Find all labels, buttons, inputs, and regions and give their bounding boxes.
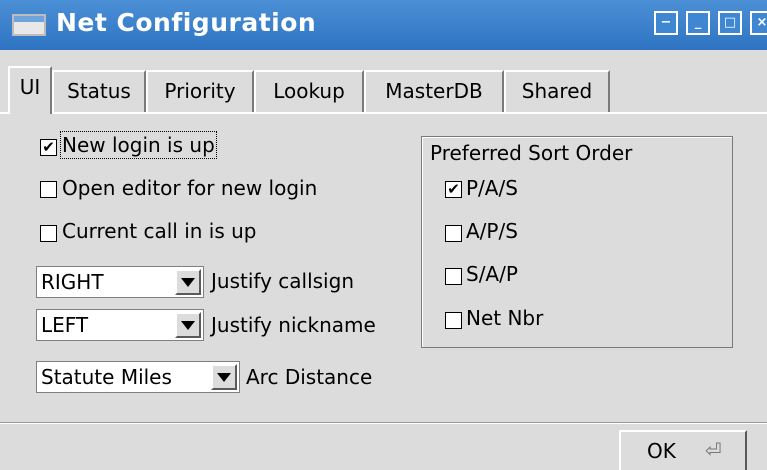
sort-aps-label[interactable]: A/P/S (466, 219, 518, 243)
chevron-down-icon[interactable] (175, 269, 201, 295)
justify-callsign-label: Justify callsign (211, 269, 354, 293)
minimize-button[interactable]: _ (686, 11, 710, 35)
maximize-button[interactable]: □ (718, 11, 742, 35)
arc-distance-select[interactable]: Statute Miles (36, 361, 240, 393)
close-button[interactable]: × (750, 11, 767, 35)
tab-lookup[interactable]: Lookup (254, 70, 364, 112)
sort-pas-label[interactable]: P/A/S (466, 176, 518, 200)
sort-sap-checkbox[interactable] (445, 268, 462, 285)
tab-baseline (0, 112, 767, 114)
current-call-up-label[interactable]: Current call in is up (62, 219, 257, 243)
shade-button[interactable]: − (654, 11, 678, 35)
ok-button-label: OK (647, 439, 676, 463)
tab-status[interactable]: Status (52, 70, 146, 112)
tab-shared[interactable]: Shared (504, 70, 610, 112)
current-call-up-checkbox[interactable] (40, 225, 57, 242)
sort-netnbr-label[interactable]: Net Nbr (466, 306, 543, 330)
sort-order-title: Preferred Sort Order (430, 141, 633, 165)
open-editor-checkbox[interactable] (40, 181, 57, 198)
tab-priority[interactable]: Priority (146, 70, 254, 112)
justify-nickname-label: Justify nickname (211, 313, 376, 337)
window-icon[interactable] (12, 14, 46, 36)
justify-callsign-select[interactable]: RIGHT (36, 266, 204, 298)
chevron-down-icon[interactable] (211, 364, 237, 390)
chevron-down-icon[interactable] (175, 312, 201, 338)
sort-sap-label[interactable]: S/A/P (466, 262, 518, 286)
open-editor-label[interactable]: Open editor for new login (62, 176, 317, 200)
tab-ui[interactable]: UI (8, 66, 52, 114)
new-login-up-checkbox[interactable]: ✔ (40, 139, 57, 156)
ok-button[interactable]: OK ⏎ (619, 430, 747, 470)
arc-distance-value: Statute Miles (41, 365, 172, 389)
new-login-up-label[interactable]: New login is up (60, 131, 217, 159)
title-bar: Net Configuration − _ □ × (0, 0, 767, 50)
sort-aps-checkbox[interactable] (445, 225, 462, 242)
arc-distance-label: Arc Distance (246, 365, 373, 389)
window-title: Net Configuration (56, 8, 317, 37)
tab-masterdb[interactable]: MasterDB (364, 70, 504, 112)
enter-key-icon: ⏎ (705, 438, 722, 462)
justify-callsign-value: RIGHT (41, 270, 104, 294)
justify-nickname-select[interactable]: LEFT (36, 309, 204, 341)
bottom-divider-highlight (0, 423, 767, 424)
sort-netnbr-checkbox[interactable] (445, 312, 462, 329)
sort-pas-checkbox[interactable]: ✔ (445, 181, 462, 198)
justify-nickname-value: LEFT (41, 313, 89, 337)
